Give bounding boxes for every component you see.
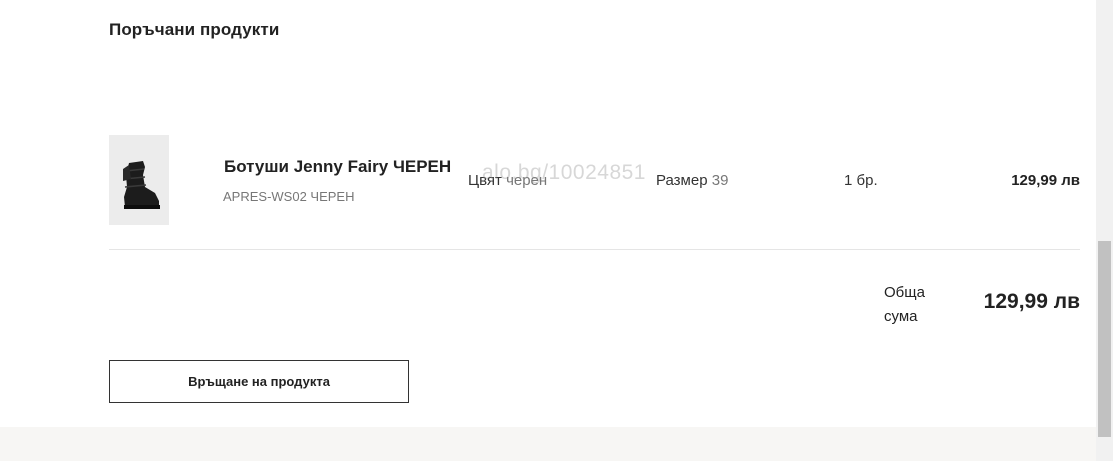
product-name[interactable]: Ботуши Jenny Fairy ЧЕРЕН: [224, 157, 451, 177]
total-value: 129,99 лв: [983, 290, 1080, 313]
size-value: 39: [711, 172, 729, 189]
color-label: Цвят: [468, 172, 502, 189]
order-details-page: Поръчани продукти Ботуши Jenny Fairy ЧЕР…: [0, 0, 1113, 461]
product-size: Размер 39: [656, 172, 728, 189]
size-label: Размер: [656, 172, 708, 189]
product-image[interactable]: [109, 135, 169, 225]
footer-band: [0, 427, 1096, 461]
product-quantity: 1 бр.: [844, 172, 878, 189]
return-product-button[interactable]: Връщане на продукта: [109, 360, 409, 403]
ordered-products-title: Поръчани продукти: [109, 20, 280, 39]
scrollbar-thumb[interactable]: [1098, 241, 1111, 437]
boot-icon: [109, 135, 169, 225]
scrollbar-track[interactable]: [1096, 0, 1113, 461]
total-label: Обща сума: [884, 284, 925, 325]
order-item-row: Ботуши Jenny Fairy ЧЕРЕН APRES-WS02 ЧЕРЕ…: [109, 135, 1080, 225]
product-price: 129,99 лв: [1011, 172, 1080, 189]
row-divider: [109, 249, 1080, 250]
product-sku: APRES-WS02 ЧЕРЕН: [223, 189, 355, 204]
color-value: черен: [506, 172, 548, 189]
product-color: Цвят черен: [468, 172, 547, 189]
